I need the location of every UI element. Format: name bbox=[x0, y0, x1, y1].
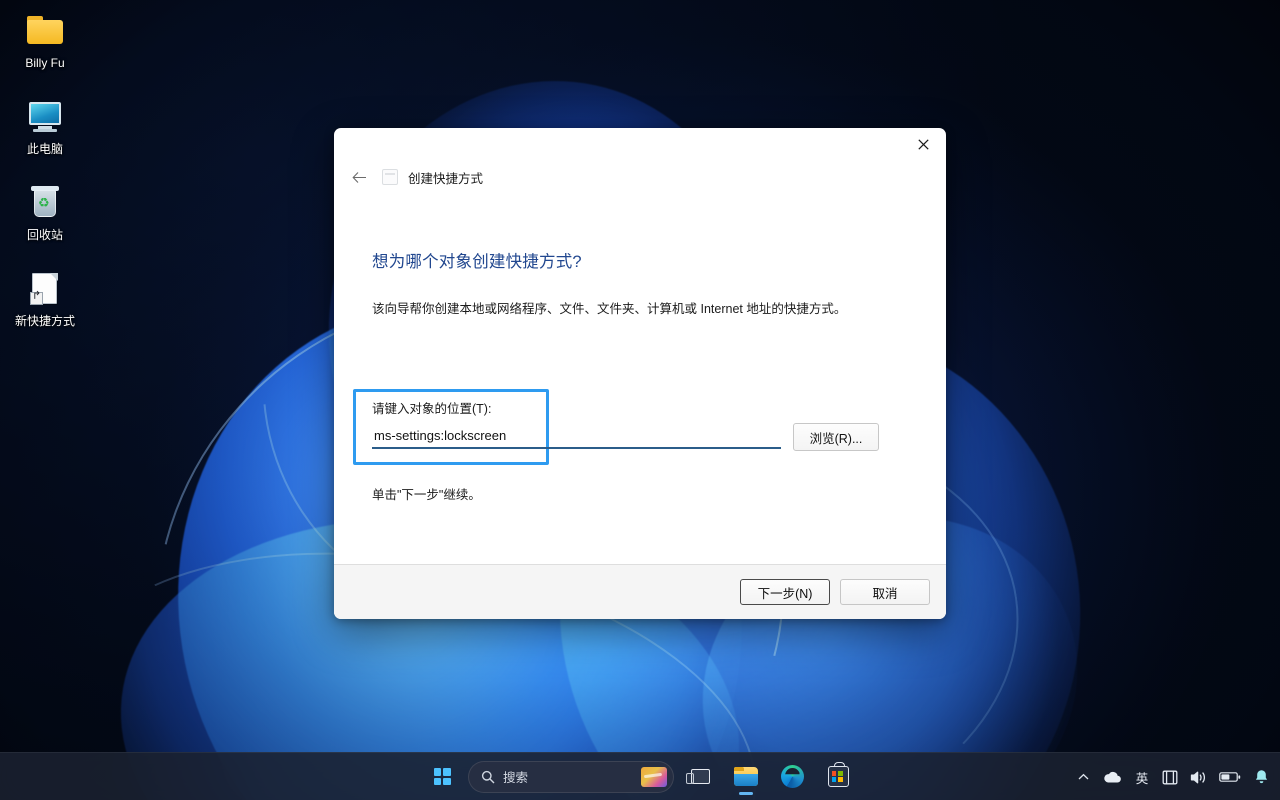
folder-icon bbox=[25, 12, 65, 50]
desktop-icon-label: Billy Fu bbox=[25, 56, 65, 70]
dialog-footer: 下一步(N) 取消 bbox=[334, 564, 946, 619]
desktop-icon-recycle-bin[interactable]: ♻ 回收站 bbox=[7, 180, 83, 248]
tray-onedrive-button[interactable] bbox=[1098, 759, 1127, 795]
search-placeholder-text: 搜索 bbox=[503, 771, 529, 785]
desktop-icon-label: 此电脑 bbox=[26, 142, 63, 156]
desktop[interactable]: Billy Fu 此电脑 ♻ 回收站 新快捷方式 bbox=[0, 0, 1280, 800]
tray-network-button[interactable] bbox=[1157, 759, 1183, 795]
wizard-app-icon bbox=[382, 169, 398, 185]
battery-icon bbox=[1219, 772, 1241, 782]
desktop-icon-billy-fu[interactable]: Billy Fu bbox=[7, 8, 83, 76]
windows-logo-icon bbox=[433, 768, 451, 785]
taskbar[interactable]: 搜索 英 bbox=[0, 752, 1280, 800]
wizard-heading: 想为哪个对象创建快捷方式? bbox=[372, 253, 582, 271]
system-tray: 英 bbox=[1070, 753, 1274, 800]
microsoft-store-icon bbox=[827, 762, 849, 787]
edge-icon bbox=[780, 765, 804, 788]
location-field-label: 请键入对象的位置(T): bbox=[372, 402, 492, 416]
taskbar-item-file-explorer[interactable] bbox=[726, 757, 766, 797]
dialog-nav: 创建快捷方式 bbox=[334, 160, 946, 194]
shortcut-document-icon bbox=[25, 270, 65, 308]
back-arrow-icon[interactable] bbox=[346, 165, 372, 189]
next-button[interactable]: 下一步(N) bbox=[740, 579, 830, 605]
widgets-icon[interactable] bbox=[641, 766, 667, 787]
browse-button[interactable]: 浏览(R)... bbox=[793, 423, 879, 451]
desktop-icon-label: 回收站 bbox=[26, 228, 63, 242]
cancel-button[interactable]: 取消 bbox=[840, 579, 930, 605]
bell-icon bbox=[1255, 770, 1267, 784]
dialog-title: 创建快捷方式 bbox=[408, 171, 484, 186]
location-field-group: 请键入对象的位置(T): 浏览(R)... bbox=[372, 398, 916, 451]
taskbar-item-edge[interactable] bbox=[772, 757, 812, 797]
network-icon bbox=[1162, 770, 1178, 784]
volume-icon bbox=[1190, 771, 1205, 783]
search-icon bbox=[481, 770, 495, 783]
tray-battery-button[interactable] bbox=[1214, 759, 1246, 795]
dialog-titlebar[interactable] bbox=[334, 128, 946, 160]
task-view-icon bbox=[685, 769, 710, 784]
close-icon[interactable] bbox=[900, 128, 946, 160]
wizard-hint-text: 单击"下一步"继续。 bbox=[372, 488, 481, 502]
file-explorer-icon bbox=[734, 767, 758, 786]
location-input[interactable] bbox=[372, 425, 781, 449]
recycle-bin-icon: ♻ bbox=[25, 184, 65, 222]
desktop-icon-new-shortcut[interactable]: 新快捷方式 bbox=[7, 266, 83, 334]
taskbar-item-store[interactable] bbox=[818, 757, 858, 797]
dialog-body: 想为哪个对象创建快捷方式? 该向导帮你创建本地或网络程序、文件、文件夹、计算机或… bbox=[334, 194, 946, 564]
tray-notifications-button[interactable] bbox=[1248, 759, 1274, 795]
chevron-up-icon bbox=[1078, 773, 1088, 780]
create-shortcut-dialog[interactable]: 创建快捷方式 想为哪个对象创建快捷方式? 该向导帮你创建本地或网络程序、文件、文… bbox=[334, 128, 946, 619]
desktop-icon-this-pc[interactable]: 此电脑 bbox=[7, 94, 83, 162]
tray-volume-button[interactable] bbox=[1185, 759, 1212, 795]
start-button[interactable] bbox=[422, 757, 462, 797]
search-input[interactable]: 搜索 bbox=[468, 760, 674, 793]
wizard-description: 该向导帮你创建本地或网络程序、文件、文件夹、计算机或 Internet 地址的快… bbox=[372, 302, 847, 316]
taskbar-item-task-view[interactable] bbox=[680, 757, 720, 797]
desktop-icon-label: 新快捷方式 bbox=[14, 314, 75, 328]
this-pc-icon bbox=[25, 98, 65, 136]
tray-ime-button[interactable]: 英 bbox=[1129, 759, 1155, 795]
desktop-icon-list: Billy Fu 此电脑 ♻ 回收站 新快捷方式 bbox=[0, 8, 90, 334]
cloud-icon bbox=[1104, 771, 1121, 783]
tray-overflow-button[interactable] bbox=[1070, 759, 1096, 795]
taskbar-center-group: 搜索 bbox=[422, 753, 858, 800]
active-window-indicator bbox=[739, 791, 753, 795]
